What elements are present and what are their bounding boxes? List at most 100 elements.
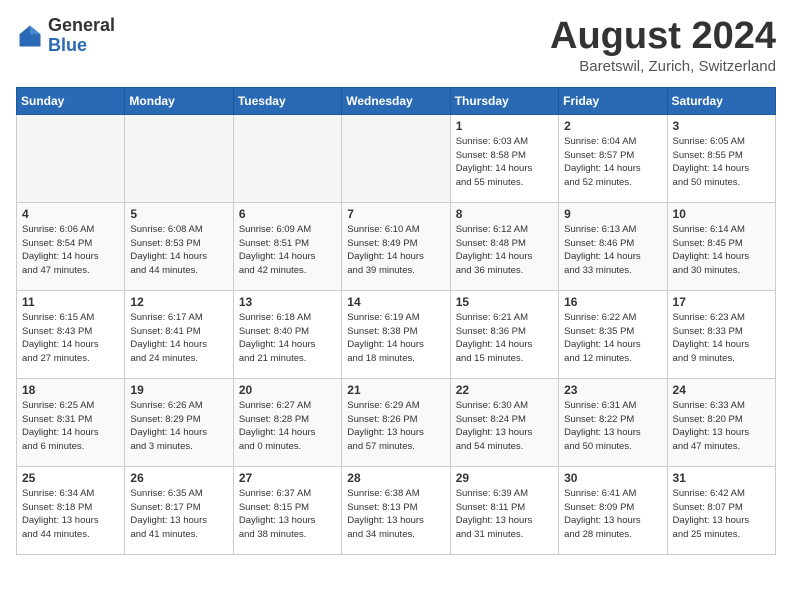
title-location: Baretswil, Zurich, Switzerland — [550, 58, 776, 75]
weekday-header-row: SundayMondayTuesdayWednesdayThursdayFrid… — [17, 87, 776, 114]
day-info: Sunrise: 6:14 AMSunset: 8:45 PMDaylight:… — [673, 223, 770, 278]
day-info: Sunrise: 6:25 AMSunset: 8:31 PMDaylight:… — [22, 399, 119, 454]
calendar-cell: 25Sunrise: 6:34 AMSunset: 8:18 PMDayligh… — [17, 466, 125, 554]
day-info: Sunrise: 6:31 AMSunset: 8:22 PMDaylight:… — [564, 399, 661, 454]
day-number: 24 — [673, 383, 770, 397]
calendar-cell: 11Sunrise: 6:15 AMSunset: 8:43 PMDayligh… — [17, 290, 125, 378]
logo-icon — [16, 22, 44, 50]
day-number: 17 — [673, 295, 770, 309]
calendar-week-3: 11Sunrise: 6:15 AMSunset: 8:43 PMDayligh… — [17, 290, 776, 378]
weekday-header-tuesday: Tuesday — [233, 87, 341, 114]
day-number: 15 — [456, 295, 553, 309]
day-number: 31 — [673, 471, 770, 485]
day-number: 4 — [22, 207, 119, 221]
logo-general: General — [48, 16, 115, 36]
day-number: 3 — [673, 119, 770, 133]
calendar-cell: 21 Sunrise: 6:29 AMSunset: 8:26 PMDayligh… — [342, 378, 450, 466]
calendar-cell — [233, 114, 341, 202]
day-info: Sunrise: 6:06 AMSunset: 8:54 PMDaylight:… — [22, 223, 119, 278]
day-info: Sunrise: 6:19 AMSunset: 8:38 PMDaylight:… — [347, 311, 444, 366]
calendar-cell: 28Sunrise: 6:38 AMSunset: 8:13 PMDayligh… — [342, 466, 450, 554]
day-info: Sunrise: 6:18 AMSunset: 8:40 PMDaylight:… — [239, 311, 336, 366]
day-info: Sunrise: 6:42 AMSunset: 8:07 PMDaylight:… — [673, 487, 770, 542]
logo-blue: Blue — [48, 36, 115, 56]
day-number: 11 — [22, 295, 119, 309]
calendar-cell: 3Sunrise: 6:05 AMSunset: 8:55 PMDaylight… — [667, 114, 775, 202]
title-block: August 2024 Baretswil, Zurich, Switzerla… — [550, 16, 776, 75]
calendar-cell: 23 Sunrise: 6:31 AMSunset: 8:22 PMDayligh… — [559, 378, 667, 466]
calendar-cell: 29 Sunrise: 6:39 AMSunset: 8:11 PMDayligh… — [450, 466, 558, 554]
calendar-cell: 22 Sunrise: 6:30 AMSunset: 8:24 PMDayligh… — [450, 378, 558, 466]
calendar-cell: 15 Sunrise: 6:21 AMSunset: 8:36 PMDayligh… — [450, 290, 558, 378]
calendar-cell: 5Sunrise: 6:08 AMSunset: 8:53 PMDaylight… — [125, 202, 233, 290]
day-info: Sunrise: 6:26 AMSunset: 8:29 PMDaylight:… — [130, 399, 227, 454]
calendar-cell: 26Sunrise: 6:35 AMSunset: 8:17 PMDayligh… — [125, 466, 233, 554]
calendar-cell: 30Sunrise: 6:41 AMSunset: 8:09 PMDayligh… — [559, 466, 667, 554]
calendar-week-5: 25Sunrise: 6:34 AMSunset: 8:18 PMDayligh… — [17, 466, 776, 554]
calendar-cell: 27 Sunrise: 6:37 AMSunset: 8:15 PMDayligh… — [233, 466, 341, 554]
day-number: 1 — [456, 119, 553, 133]
day-info: Sunrise: 6:33 AMSunset: 8:20 PMDaylight:… — [673, 399, 770, 454]
title-month: August 2024 — [550, 16, 776, 58]
day-number: 20 — [239, 383, 336, 397]
day-number: 2 — [564, 119, 661, 133]
day-info: Sunrise: 6:03 AMSunset: 8:58 PMDaylight:… — [456, 135, 553, 190]
day-number: 10 — [673, 207, 770, 221]
calendar-cell: 6 Sunrise: 6:09 AMSunset: 8:51 PMDaylight… — [233, 202, 341, 290]
calendar-cell: 17 Sunrise: 6:23 AMSunset: 8:33 PMDayligh… — [667, 290, 775, 378]
calendar-cell: 8 Sunrise: 6:12 AMSunset: 8:48 PMDaylight… — [450, 202, 558, 290]
calendar-cell: 10 Sunrise: 6:14 AMSunset: 8:45 PMDayligh… — [667, 202, 775, 290]
day-info: Sunrise: 6:38 AMSunset: 8:13 PMDaylight:… — [347, 487, 444, 542]
day-number: 29 — [456, 471, 553, 485]
day-number: 6 — [239, 207, 336, 221]
page-header: General Blue August 2024 Baretswil, Zuri… — [16, 16, 776, 75]
day-info: Sunrise: 6:08 AMSunset: 8:53 PMDaylight:… — [130, 223, 227, 278]
day-info: Sunrise: 6:37 AMSunset: 8:15 PMDaylight:… — [239, 487, 336, 542]
logo: General Blue — [16, 16, 115, 56]
calendar-week-2: 4 Sunrise: 6:06 AMSunset: 8:54 PMDaylight… — [17, 202, 776, 290]
day-info: Sunrise: 6:17 AMSunset: 8:41 PMDaylight:… — [130, 311, 227, 366]
day-number: 30 — [564, 471, 661, 485]
day-number: 27 — [239, 471, 336, 485]
day-number: 21 — [347, 383, 444, 397]
day-number: 14 — [347, 295, 444, 309]
logo-text: General Blue — [48, 16, 115, 56]
day-number: 23 — [564, 383, 661, 397]
calendar-cell: 4 Sunrise: 6:06 AMSunset: 8:54 PMDaylight… — [17, 202, 125, 290]
day-info: Sunrise: 6:10 AMSunset: 8:49 PMDaylight:… — [347, 223, 444, 278]
calendar-cell — [17, 114, 125, 202]
day-number: 18 — [22, 383, 119, 397]
day-info: Sunrise: 6:21 AMSunset: 8:36 PMDaylight:… — [456, 311, 553, 366]
day-number: 12 — [130, 295, 227, 309]
day-info: Sunrise: 6:39 AMSunset: 8:11 PMDaylight:… — [456, 487, 553, 542]
calendar-cell: 1 Sunrise: 6:03 AMSunset: 8:58 PMDaylight… — [450, 114, 558, 202]
weekday-header-saturday: Saturday — [667, 87, 775, 114]
day-info: Sunrise: 6:13 AMSunset: 8:46 PMDaylight:… — [564, 223, 661, 278]
weekday-header-thursday: Thursday — [450, 87, 558, 114]
calendar-cell: 18 Sunrise: 6:25 AMSunset: 8:31 PMDayligh… — [17, 378, 125, 466]
day-info: Sunrise: 6:29 AMSunset: 8:26 PMDaylight:… — [347, 399, 444, 454]
calendar-cell: 9Sunrise: 6:13 AMSunset: 8:46 PMDaylight… — [559, 202, 667, 290]
day-number: 7 — [347, 207, 444, 221]
weekday-header-friday: Friday — [559, 87, 667, 114]
calendar-table: SundayMondayTuesdayWednesdayThursdayFrid… — [16, 87, 776, 555]
day-info: Sunrise: 6:12 AMSunset: 8:48 PMDaylight:… — [456, 223, 553, 278]
calendar-cell: 31 Sunrise: 6:42 AMSunset: 8:07 PMDayligh… — [667, 466, 775, 554]
calendar-cell: 16Sunrise: 6:22 AMSunset: 8:35 PMDayligh… — [559, 290, 667, 378]
day-number: 13 — [239, 295, 336, 309]
day-number: 19 — [130, 383, 227, 397]
day-number: 16 — [564, 295, 661, 309]
calendar-cell: 12 Sunrise: 6:17 AMSunset: 8:41 PMDayligh… — [125, 290, 233, 378]
calendar-week-4: 18 Sunrise: 6:25 AMSunset: 8:31 PMDayligh… — [17, 378, 776, 466]
calendar-cell — [125, 114, 233, 202]
day-info: Sunrise: 6:23 AMSunset: 8:33 PMDaylight:… — [673, 311, 770, 366]
day-number: 25 — [22, 471, 119, 485]
day-number: 8 — [456, 207, 553, 221]
day-info: Sunrise: 6:04 AMSunset: 8:57 PMDaylight:… — [564, 135, 661, 190]
weekday-header-sunday: Sunday — [17, 87, 125, 114]
day-info: Sunrise: 6:30 AMSunset: 8:24 PMDaylight:… — [456, 399, 553, 454]
day-info: Sunrise: 6:09 AMSunset: 8:51 PMDaylight:… — [239, 223, 336, 278]
day-number: 22 — [456, 383, 553, 397]
day-number: 26 — [130, 471, 227, 485]
calendar-cell: 20Sunrise: 6:27 AMSunset: 8:28 PMDayligh… — [233, 378, 341, 466]
